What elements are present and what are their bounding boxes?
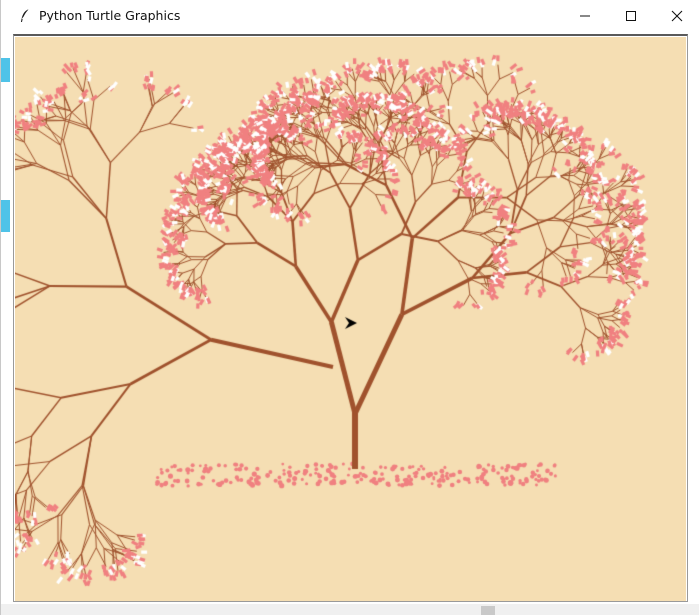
window-title: Python Turtle Graphics — [39, 8, 181, 23]
close-button[interactable] — [654, 0, 699, 31]
title-bar[interactable]: Python Turtle Graphics — [1, 0, 699, 31]
background-window-edge — [1, 200, 10, 232]
minimize-button[interactable] — [562, 0, 608, 31]
turtle-canvas[interactable] — [15, 37, 686, 601]
minimize-icon — [580, 15, 590, 16]
window-controls — [562, 0, 699, 31]
canvas-frame — [13, 34, 688, 602]
background-window-edge — [1, 58, 10, 82]
maximize-icon — [626, 10, 636, 21]
taskbar-edge — [1, 604, 699, 615]
close-icon — [671, 10, 683, 21]
feather-icon — [17, 8, 33, 24]
scrollbar-thumb[interactable] — [481, 606, 495, 615]
maximize-button[interactable] — [608, 0, 654, 31]
turtle-window: Python Turtle Graphics — [0, 0, 699, 615]
